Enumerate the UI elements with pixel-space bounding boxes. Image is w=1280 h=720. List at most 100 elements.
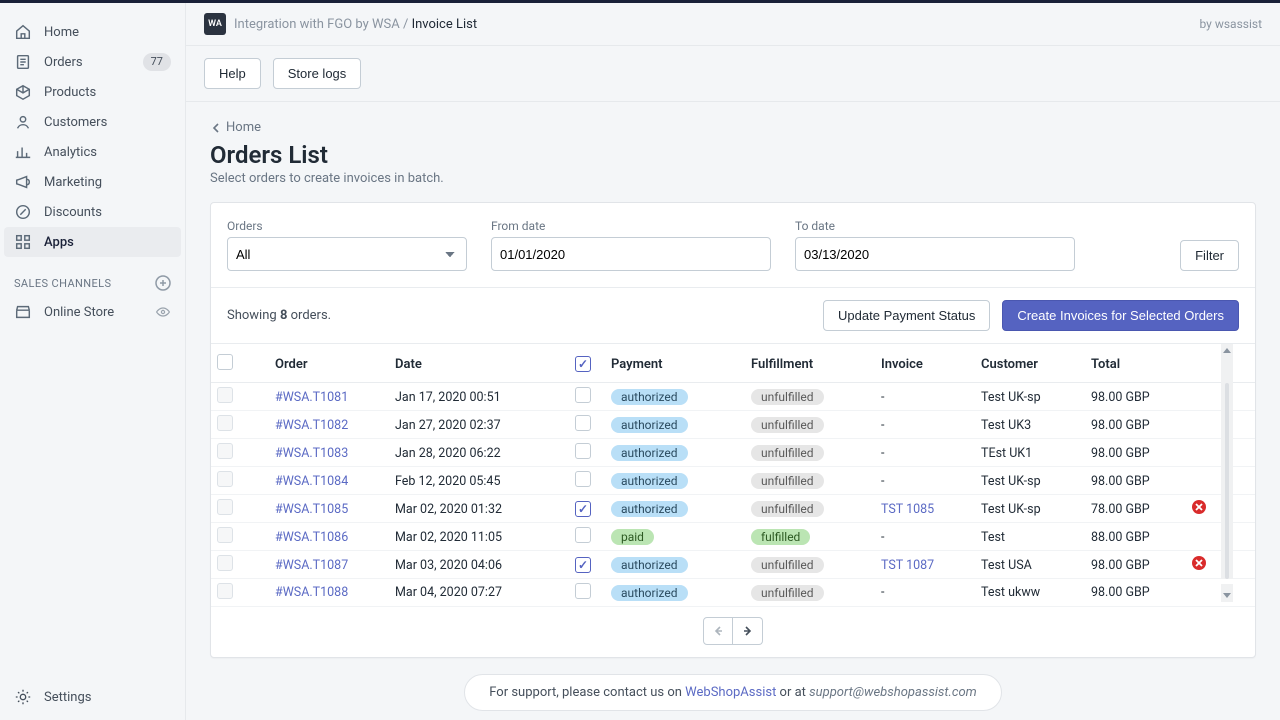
sidebar-item-label: Orders [44, 55, 83, 70]
scroll-down-icon[interactable] [1221, 584, 1233, 602]
sidebar-item-label: Customers [44, 115, 107, 130]
page-title: Orders List [210, 141, 1256, 169]
th-fulfillment: Fulfillment [751, 357, 881, 372]
cell-invoice: TST 1087 [881, 558, 981, 573]
row-checkbox[interactable] [217, 499, 233, 515]
sidebar-item-analytics[interactable]: Analytics [0, 137, 185, 167]
row-checkbox[interactable] [217, 527, 233, 543]
cell-total: 88.00 GBP [1091, 530, 1191, 545]
payment-checkbox[interactable] [575, 557, 591, 573]
cell-date: Mar 02, 2020 11:05 [395, 530, 575, 545]
sidebar-item-label: Home [44, 25, 79, 40]
view-store-icon[interactable] [155, 304, 171, 320]
payment-column-checkbox[interactable] [575, 356, 591, 372]
sidebar-item-home[interactable]: Home [0, 17, 185, 47]
payment-badge: authorized [611, 585, 688, 601]
order-link[interactable]: #WSA.T1085 [275, 502, 348, 517]
settings-nav[interactable]: Settings [0, 674, 185, 720]
payment-checkbox[interactable] [575, 415, 591, 431]
create-invoices-button[interactable]: Create Invoices for Selected Orders [1002, 300, 1239, 331]
help-button[interactable]: Help [204, 58, 261, 89]
orders-filter-select[interactable]: All [227, 237, 467, 271]
payment-checkbox[interactable] [575, 583, 591, 599]
cell-total: 98.00 GBP [1091, 446, 1191, 461]
payment-checkbox[interactable] [575, 527, 591, 543]
chevron-left-icon [210, 122, 222, 134]
cell-customer: Test UK-sp [981, 390, 1091, 405]
table-row: #WSA.T1084Feb 12, 2020 05:45authorizedun… [211, 467, 1255, 495]
error-icon[interactable] [1191, 555, 1207, 571]
order-link[interactable]: #WSA.T1081 [275, 390, 348, 405]
sidebar: Home Orders77Products Customers AnalyticsMa… [0, 3, 185, 720]
app-author: by wsassist [1200, 17, 1263, 31]
payment-checkbox[interactable] [575, 443, 591, 459]
th-order: Order [275, 357, 395, 372]
orders-filter-label: Orders [227, 219, 467, 233]
store-logs-button[interactable]: Store logs [273, 58, 362, 89]
sidebar-item-apps[interactable]: Apps [4, 227, 181, 257]
orders-icon [14, 53, 32, 71]
fulfillment-badge: fulfilled [751, 529, 810, 545]
sidebar-item-orders[interactable]: Orders77 [0, 47, 185, 77]
table-row: #WSA.T1087Mar 03, 2020 04:06authorizedun… [211, 551, 1255, 579]
fulfillment-badge: unfulfilled [751, 473, 824, 489]
breadcrumb-app[interactable]: Integration with FGO by WSA [234, 17, 400, 32]
table-row: #WSA.T1086Mar 02, 2020 11:05paidfulfille… [211, 523, 1255, 551]
pagination [211, 607, 1255, 657]
channel-online-store[interactable]: Online Store [0, 297, 185, 327]
add-channel-icon[interactable] [155, 275, 171, 291]
payment-checkbox[interactable] [575, 387, 591, 403]
select-all-checkbox[interactable] [217, 354, 233, 370]
cell-invoice: - [881, 474, 981, 489]
scroll-up-icon[interactable] [1221, 344, 1233, 384]
channel-label: Online Store [44, 305, 114, 320]
breadcrumb-current: Invoice List [412, 17, 478, 32]
sidebar-item-customers[interactable]: Customers [0, 107, 185, 137]
row-checkbox[interactable] [217, 583, 233, 599]
row-checkbox[interactable] [217, 387, 233, 403]
to-date-input[interactable] [795, 237, 1075, 271]
prev-page-button[interactable] [703, 617, 733, 645]
payment-checkbox[interactable] [575, 501, 591, 517]
support-email: support@webshopassist.com [809, 685, 977, 700]
cell-invoice: - [881, 446, 981, 461]
order-link[interactable]: #WSA.T1084 [275, 474, 348, 489]
sidebar-item-discounts[interactable]: Discounts [0, 197, 185, 227]
payment-checkbox[interactable] [575, 471, 591, 487]
from-date-input[interactable] [491, 237, 771, 271]
support-link[interactable]: WebShopAssist [685, 685, 776, 700]
app-logo: WA [204, 13, 226, 35]
cell-customer: Test UK-sp [981, 502, 1091, 517]
discounts-icon [14, 203, 32, 221]
order-link[interactable]: #WSA.T1087 [275, 558, 348, 573]
back-home-link[interactable]: Home [210, 120, 1256, 135]
cell-date: Jan 17, 2020 00:51 [395, 390, 575, 405]
support-footer: For support, please contact us on WebSho… [210, 674, 1256, 711]
error-icon[interactable] [1191, 499, 1207, 515]
filter-button[interactable]: Filter [1180, 240, 1239, 271]
app-header: WA Integration with FGO by WSA / Invoice… [186, 3, 1280, 46]
cell-invoice: - [881, 418, 981, 433]
payment-badge: authorized [611, 473, 688, 489]
order-link[interactable]: #WSA.T1083 [275, 446, 348, 461]
invoice-link[interactable]: TST 1085 [881, 502, 934, 517]
row-checkbox[interactable] [217, 443, 233, 459]
order-link[interactable]: #WSA.T1088 [275, 585, 348, 600]
table-row: #WSA.T1083Jan 28, 2020 06:22authorizedun… [211, 439, 1255, 467]
marketing-icon [14, 173, 32, 191]
sidebar-item-products[interactable]: Products [0, 77, 185, 107]
row-checkbox[interactable] [217, 555, 233, 571]
apps-icon [14, 233, 32, 251]
next-page-button[interactable] [733, 617, 763, 645]
payment-badge: authorized [611, 389, 688, 405]
row-checkbox[interactable] [217, 415, 233, 431]
arrow-left-icon [711, 624, 725, 638]
order-link[interactable]: #WSA.T1082 [275, 418, 348, 433]
cell-customer: Test UK3 [981, 418, 1091, 433]
sidebar-item-marketing[interactable]: Marketing [0, 167, 185, 197]
update-payment-button[interactable]: Update Payment Status [823, 300, 990, 331]
toolbar: Help Store logs [186, 46, 1280, 102]
row-checkbox[interactable] [217, 471, 233, 487]
order-link[interactable]: #WSA.T1086 [275, 530, 348, 545]
invoice-link[interactable]: TST 1087 [881, 558, 934, 573]
